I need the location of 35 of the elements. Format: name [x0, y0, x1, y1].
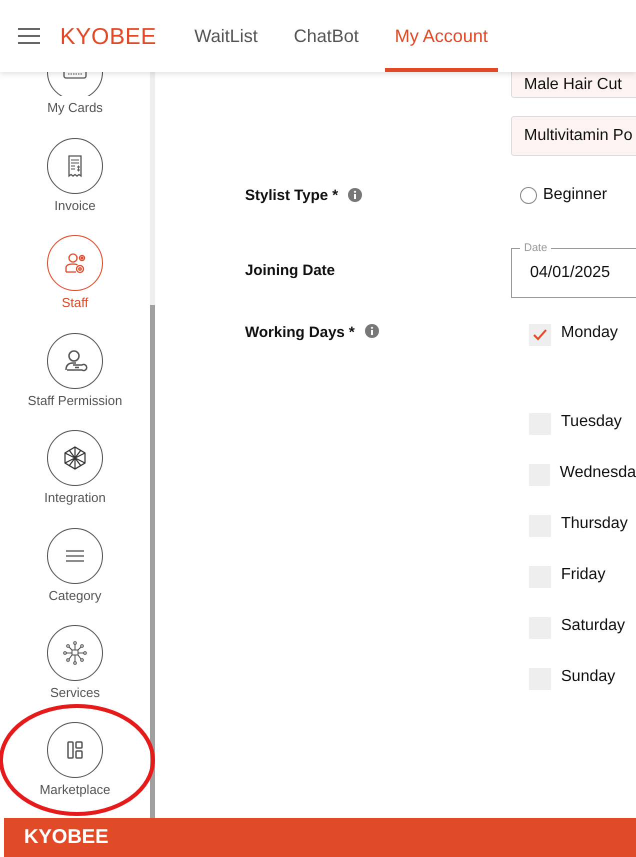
menu-item-label[interactable]: Marketplace [40, 782, 110, 798]
brand-logo: KYOBEE [60, 22, 156, 50]
date-field[interactable]: Date 04/01/2025 [511, 242, 636, 298]
checkbox-label[interactable]: Sunday [561, 668, 616, 686]
menu-item-label[interactable]: Invoice [54, 198, 96, 213]
menu-item-label[interactable]: Category [48, 588, 102, 603]
checkbox-label[interactable]: Thursday [561, 515, 628, 533]
checkbox-label[interactable]: Saturday [561, 617, 626, 635]
scrollbar-thumb[interactable] [150, 305, 155, 818]
field-label: Working Days * [245, 324, 355, 341]
radio-label[interactable]: Beginner [543, 186, 608, 204]
checkbox-label[interactable]: Tuesday [561, 413, 622, 431]
selected-service-field[interactable]: Multivitamin Po [511, 116, 636, 156]
menu-item-label[interactable]: Integration [44, 490, 106, 506]
menu-item-label[interactable]: Staff [62, 295, 88, 310]
menu-item-label[interactable]: My Cards [47, 100, 103, 115]
field-label: Stylist Type * [245, 186, 338, 204]
field-label: Joining Date [245, 262, 336, 278]
checkbox-label[interactable]: Monday [561, 324, 618, 342]
checkmark-icon [533, 329, 547, 341]
footer-brand: KYOBEE [24, 826, 108, 849]
menu-item-label[interactable]: Staff Permission [28, 392, 122, 408]
checkbox-label[interactable]: Wednesda [560, 464, 636, 482]
menu-icon[interactable] [18, 27, 40, 45]
selected-service-field[interactable]: Male Hair Cut [511, 72, 636, 98]
nav-tab[interactable]: ChatBot [284, 0, 369, 72]
info-icon [348, 188, 362, 202]
nav-tab[interactable]: WaitList [184, 0, 268, 72]
checkbox[interactable] [529, 324, 551, 346]
nav-tab[interactable]: My Account [384, 0, 498, 72]
menu-item-button[interactable] [47, 72, 103, 96]
checkbox-label[interactable]: Friday [561, 566, 606, 584]
info-icon [364, 324, 379, 338]
radio-button[interactable] [520, 186, 537, 204]
menu-item-label[interactable]: Services [50, 684, 100, 700]
